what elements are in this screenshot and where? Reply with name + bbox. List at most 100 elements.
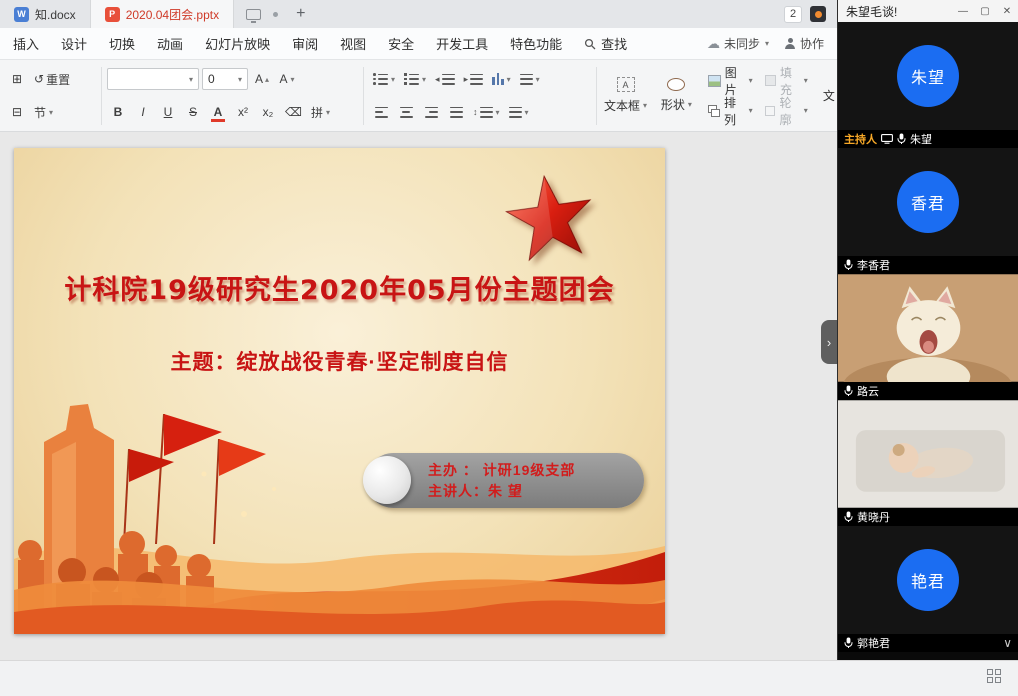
find-label: 查找 <box>601 34 627 53</box>
collaborate-button[interactable]: 协作 <box>785 35 824 52</box>
justify-button[interactable] <box>445 100 467 124</box>
tab-ppt-active[interactable]: P 2020.04团会.pptx <box>91 0 234 28</box>
bullet-list-button[interactable]: ▾ <box>370 67 398 91</box>
avatar: 朱望 <box>897 45 959 107</box>
shrink-font-button[interactable]: A ▾ <box>276 67 298 91</box>
grow-font-button[interactable]: A ▴ <box>251 67 273 91</box>
participant-tile-host[interactable]: 朱望 主持人 朱望 <box>838 22 1018 148</box>
meeting-panel-collapse-handle[interactable]: › <box>821 320 837 364</box>
participant-tile[interactable]: 艳君 郭艳君 ∨ <box>838 526 1018 652</box>
menu-animation[interactable]: 动画 <box>146 28 194 59</box>
slide-hide-button[interactable]: ⊟ <box>6 100 28 124</box>
collapse-list-chevron[interactable]: ∨ <box>1003 636 1012 650</box>
slide-title[interactable]: 计科院19级研究生2020年05月份主题团会 <box>14 268 665 307</box>
tab-doc[interactable]: W 知.docx <box>0 0 91 28</box>
picture-button[interactable]: 图片 ▾ <box>706 68 755 94</box>
screen-share-icon <box>881 134 893 144</box>
notification-badge[interactable]: 2 <box>784 6 802 23</box>
maximize-button[interactable]: ▢ <box>974 0 996 22</box>
menu-devtools[interactable]: 开发工具 <box>425 28 499 59</box>
line-spacing-lines-icon <box>480 107 493 118</box>
subscript-button[interactable]: x₂ <box>257 100 279 124</box>
sync-status-button[interactable]: ☁ 未同步 ▾ <box>707 35 769 52</box>
close-button[interactable]: ✕ <box>996 0 1018 22</box>
participant-tile[interactable]: 路云 <box>838 274 1018 400</box>
decrease-indent-button[interactable]: ◂ <box>432 67 458 91</box>
clear-format-button[interactable]: ⌫ <box>282 100 305 124</box>
italic-button[interactable]: I <box>132 100 154 124</box>
pinyin-glyph: 拼 <box>311 104 323 121</box>
menu-special-features[interactable]: 特色功能 <box>499 28 573 59</box>
distribute-button[interactable]: ▾ <box>506 100 532 124</box>
slide-layout-button[interactable]: ⊞ <box>6 67 28 91</box>
align-right-icon <box>425 107 438 118</box>
arrange-caret-icon: ▾ <box>749 106 753 115</box>
shrink-font-letter: A <box>279 72 287 86</box>
align-left-button[interactable] <box>370 100 392 124</box>
textbox-caret-icon: ▾ <box>643 101 647 110</box>
meeting-app-icon[interactable] <box>810 6 826 22</box>
shapes-button[interactable]: 形状▾ <box>655 65 698 127</box>
menu-insert[interactable]: 插入 <box>2 28 50 59</box>
meeting-title: 朱望毛谈! <box>846 3 897 20</box>
slide-subtitle[interactable]: 主题：绽放战役青春·坚定制度自信 <box>14 346 665 376</box>
outline-button[interactable]: 轮廓 ▾ <box>763 98 810 124</box>
participant-name: 黄晓丹 <box>857 509 890 525</box>
meeting-titlebar[interactable]: 朱望毛谈! — ▢ ✕ <box>838 0 1018 22</box>
bold-button[interactable]: B <box>107 100 129 124</box>
participant-tile[interactable]: 香君 李香君 <box>838 148 1018 274</box>
slide-canvas[interactable]: 计科院19级研究生2020年05月份主题团会 主题：绽放战役青春·坚定制度自信 … <box>14 148 665 634</box>
text-direction-button[interactable]: ▾ <box>517 67 543 91</box>
mic-icon <box>844 637 853 649</box>
outline-caret-icon: ▾ <box>804 106 808 115</box>
align-right-button[interactable] <box>420 100 442 124</box>
menu-transition[interactable]: 切换 <box>98 28 146 59</box>
increase-indent-button[interactable]: ▸ <box>461 67 487 91</box>
menu-security[interactable]: 安全 <box>377 28 425 59</box>
participant-name: 朱望 <box>910 131 932 147</box>
menu-slideshow[interactable]: 幻灯片放映 <box>194 28 281 59</box>
outline-icon <box>765 106 776 116</box>
red-star-graphic <box>500 168 599 267</box>
line-spacing-caret-icon: ▾ <box>496 108 500 117</box>
line-spacing-button[interactable]: ↕ ▾ <box>470 100 503 124</box>
view-grid-icon[interactable] <box>987 669 1002 684</box>
participant-tile[interactable]: 黄晓丹 <box>838 400 1018 526</box>
textbox-icon: A <box>617 77 635 92</box>
font-group: ▾ 0 ▾ A ▴ A ▾ B I U S A x² x₂ <box>107 60 359 131</box>
fill-button[interactable]: 填充 ▾ <box>763 68 810 94</box>
columns-button[interactable]: ▾ <box>489 67 514 91</box>
new-tab-button[interactable]: + <box>290 5 311 23</box>
shapes-caret-icon: ▾ <box>688 100 692 109</box>
font-size-caret-icon: ▾ <box>234 75 242 84</box>
font-color-button[interactable]: A <box>207 100 229 124</box>
pinyin-guide-button[interactable]: 拼 ▾ <box>308 100 333 124</box>
shapes-label: 形状 <box>661 96 685 113</box>
menu-view[interactable]: 视图 <box>329 28 377 59</box>
menu-review[interactable]: 审阅 <box>281 28 329 59</box>
strikethrough-button[interactable]: S <box>182 100 204 124</box>
textbox-button[interactable]: A 文本框▾ <box>604 65 647 127</box>
superscript-button[interactable]: x² <box>232 100 254 124</box>
font-family-select[interactable]: ▾ <box>107 68 199 90</box>
underline-button[interactable]: U <box>157 100 179 124</box>
minimize-button[interactable]: — <box>952 0 974 22</box>
section-button[interactable]: 节 ▾ <box>31 100 56 124</box>
numbered-list-icon <box>404 74 419 85</box>
font-size-select[interactable]: 0 ▾ <box>202 68 248 90</box>
person-icon <box>785 38 796 49</box>
menu-design[interactable]: 设计 <box>50 28 98 59</box>
find-button[interactable]: 查找 <box>573 34 638 53</box>
reset-label: 重置 <box>46 71 70 88</box>
numbered-list-button[interactable]: ▾ <box>401 67 429 91</box>
arrange-button[interactable]: 排列 ▾ <box>706 98 755 124</box>
align-center-button[interactable] <box>395 100 417 124</box>
columns-caret-icon: ▾ <box>507 75 511 84</box>
distribute-caret-icon: ▾ <box>525 108 529 117</box>
reset-slide-button[interactable]: ↺ 重置 <box>31 67 73 91</box>
outline-label: 轮廓 <box>779 94 798 128</box>
textbox-label: 文本框 <box>604 97 640 114</box>
status-bar <box>0 660 1018 696</box>
present-monitor-icon[interactable] <box>246 9 261 20</box>
reset-icon: ↺ <box>34 72 44 86</box>
